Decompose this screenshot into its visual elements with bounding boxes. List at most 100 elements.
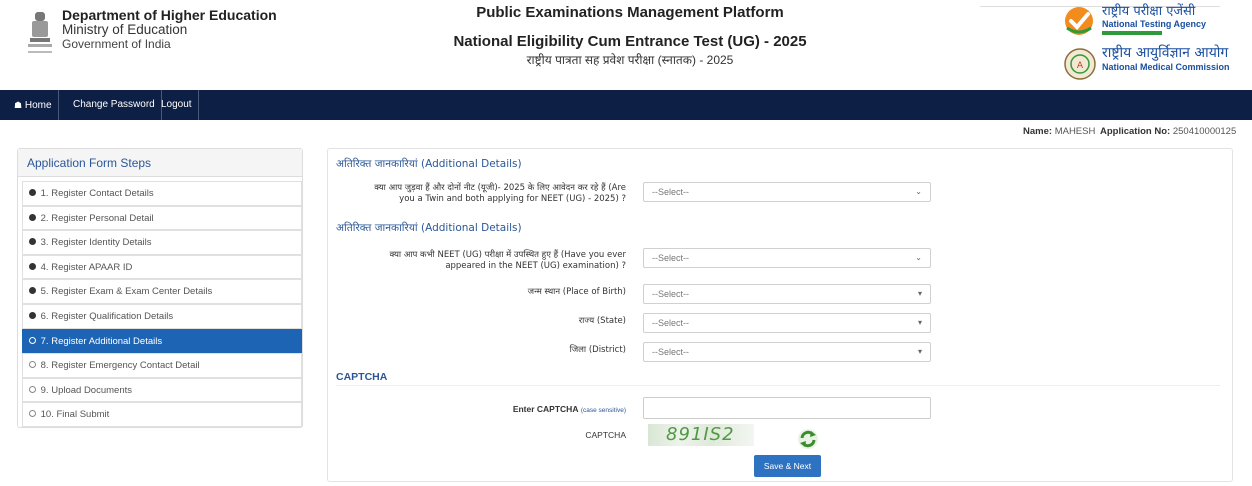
nav-home[interactable]: ☗ Home [8, 90, 59, 120]
step-final-submit[interactable]: 10. Final Submit [22, 402, 302, 427]
nav-home-label: Home [24, 100, 52, 111]
captcha-section-title: CAPTCHA [336, 371, 388, 383]
twin-question-line1: क्या आप जुड़वा हैं और दोनों नीट (यूजी)- … [374, 183, 626, 193]
step-contact-details[interactable]: 1. Register Contact Details [22, 181, 302, 206]
section-title-additional-2: अतिरिक्त जानकारियां (Additional Details) [336, 222, 522, 234]
birth-place-label: जन्म स्थान (Place of Birth) [527, 287, 626, 297]
save-next-button[interactable]: Save & Next [754, 455, 821, 477]
application-no-info: Application No: 250410000125 [1100, 126, 1236, 137]
appeared-question-line2: appeared in the NEET (UG) examination) ? [445, 261, 626, 271]
home-icon: ☗ [14, 100, 23, 110]
captcha-text: 891IS2 [666, 424, 735, 445]
step-label: 2. Register Personal Detail [40, 212, 154, 224]
step-label: 7. Register Additional Details [40, 335, 163, 347]
check-circle-icon [29, 311, 36, 319]
birth-place-select-value: --Select-- [652, 289, 690, 299]
chevron-down-icon: ⌄ [915, 187, 922, 196]
government-name: Government of India [62, 37, 171, 51]
case-sensitive-note: (case sensitive) [580, 407, 626, 414]
birth-place-select[interactable]: --Select-- ▾ [643, 284, 931, 304]
check-circle-icon [29, 262, 36, 270]
step-additional-details[interactable]: 7. Register Additional Details [22, 328, 302, 354]
user-name-label: Name: [1023, 126, 1053, 137]
department-block: Department of Higher Education Ministry … [62, 7, 277, 51]
nmc-english-name: National Medical Commission [1102, 62, 1230, 72]
step-label: 10. Final Submit [40, 409, 110, 421]
step-exam-center-details[interactable]: 5. Register Exam & Exam Center Details [22, 279, 302, 304]
enter-captcha-text: Enter CAPTCHA [512, 404, 579, 414]
enter-captcha-label: Enter CAPTCHA (case sensitive) [430, 404, 626, 416]
chevron-down-icon: ▾ [917, 347, 922, 356]
check-circle-icon [29, 287, 36, 295]
step-label: 3. Register Identity Details [40, 237, 152, 249]
state-select[interactable]: --Select-- ▾ [643, 313, 931, 333]
check-circle-icon [29, 213, 36, 221]
captcha-input[interactable] [643, 397, 931, 419]
user-name: MAHESH [1054, 126, 1096, 137]
application-no: 250410000125 [1172, 126, 1237, 137]
captcha-label: CAPTCHA [585, 430, 626, 440]
chevron-down-icon: ▾ [917, 289, 922, 298]
chevron-down-icon: ⌄ [915, 253, 922, 262]
section-title-additional-1: अतिरिक्त जानकारियां (Additional Details) [336, 158, 522, 170]
national-emblem-icon [28, 12, 52, 53]
appeared-select[interactable]: --Select-- ⌄ [643, 248, 931, 268]
exam-title: National Eligibility Cum Entrance Test (… [453, 33, 807, 50]
nav-logout[interactable]: Logout [155, 90, 199, 120]
nmc-hindi-name: राष्ट्रीय आयुर्विज्ञान आयोग [1102, 45, 1229, 61]
site-header: Department of Higher Education Ministry … [0, 0, 1252, 88]
nta-tagline-bar [1102, 31, 1162, 35]
circle-outline-icon [29, 385, 36, 393]
nmc-logo-icon: A [1064, 48, 1096, 80]
chevron-down-icon: ▾ [917, 318, 922, 327]
district-select[interactable]: --Select-- ▾ [643, 342, 931, 362]
check-circle-icon [29, 188, 36, 196]
check-circle-icon [29, 238, 36, 246]
state-label: राज्य (State) [578, 316, 626, 326]
step-apaar-id[interactable]: 4. Register APAAR ID [22, 254, 302, 280]
refresh-captcha-icon[interactable] [796, 427, 820, 451]
nta-english-name: National Testing Agency [1102, 19, 1207, 29]
circle-outline-icon [29, 361, 36, 369]
svg-text:A: A [1077, 61, 1084, 71]
step-label: 1. Register Contact Details [40, 188, 154, 199]
top-navbar: ☗ Home Change Password Logout [0, 90, 1252, 120]
district-select-value: --Select-- [652, 347, 690, 357]
platform-title: Public Examinations Management Platform [476, 4, 784, 21]
page-title-block: Public Examinations Management Platform … [440, 4, 820, 68]
appeared-question-line1: क्या आप कभी NEET (UG) परीक्षा में उपस्थि… [389, 250, 626, 260]
exam-title-hindi: राष्ट्रीय पात्रता सह प्रवेश परीक्षा (स्न… [526, 53, 734, 67]
twin-select[interactable]: --Select-- ⌄ [643, 182, 931, 202]
twin-question-line2: you a Twin and both applying for NEET (U… [399, 194, 626, 204]
step-label: 4. Register APAAR ID [40, 261, 133, 273]
nta-hindi-name: राष्ट्रीय परीक्षा एजेंसी [1102, 4, 1196, 19]
user-name-info: Name: MAHESH [1023, 126, 1095, 137]
step-upload-documents[interactable]: 9. Upload Documents [22, 377, 302, 403]
sidebar-title: Application Form Steps [18, 149, 302, 177]
circle-outline-icon [29, 336, 36, 344]
steps-sidebar: Application Form Steps 1. Register Conta… [17, 148, 303, 428]
twin-select-value: --Select-- [652, 187, 690, 197]
district-label: जिला (District) [569, 345, 626, 355]
step-label: 5. Register Exam & Exam Center Details [40, 286, 213, 298]
appeared-select-value: --Select-- [652, 253, 690, 263]
step-label: 8. Register Emergency Contact Detail [40, 360, 200, 372]
step-personal-detail[interactable]: 2. Register Personal Detail [22, 205, 302, 231]
nav-change-password[interactable]: Change Password [67, 90, 162, 120]
nta-logo-icon [1065, 7, 1093, 35]
steps-list: 1. Register Contact Details 2. Register … [22, 181, 302, 427]
step-emergency-contact[interactable]: 8. Register Emergency Contact Detail [22, 353, 302, 378]
state-select-value: --Select-- [652, 318, 690, 328]
step-label: 9. Upload Documents [40, 384, 132, 396]
application-no-label: Application No: [1100, 126, 1171, 137]
step-label: 6. Register Qualification Details [40, 310, 174, 322]
captcha-divider [336, 385, 1220, 386]
nmc-brand: राष्ट्रीय आयुर्विज्ञान आयोग National Med… [1102, 44, 1230, 73]
twin-question-label: क्या आप जुड़वा हैं और दोनों नीट (यूजी)- … [330, 183, 626, 205]
nta-brand: राष्ट्रीय परीक्षा एजेंसी National Testin… [1102, 4, 1206, 35]
department-name: Department of Higher Education [62, 7, 277, 23]
step-qualification-details[interactable]: 6. Register Qualification Details [22, 303, 302, 329]
step-identity-details[interactable]: 3. Register Identity Details [22, 230, 302, 255]
appeared-question-label: क्या आप कभी NEET (UG) परीक्षा में उपस्थि… [330, 250, 626, 272]
circle-outline-icon [29, 410, 36, 418]
